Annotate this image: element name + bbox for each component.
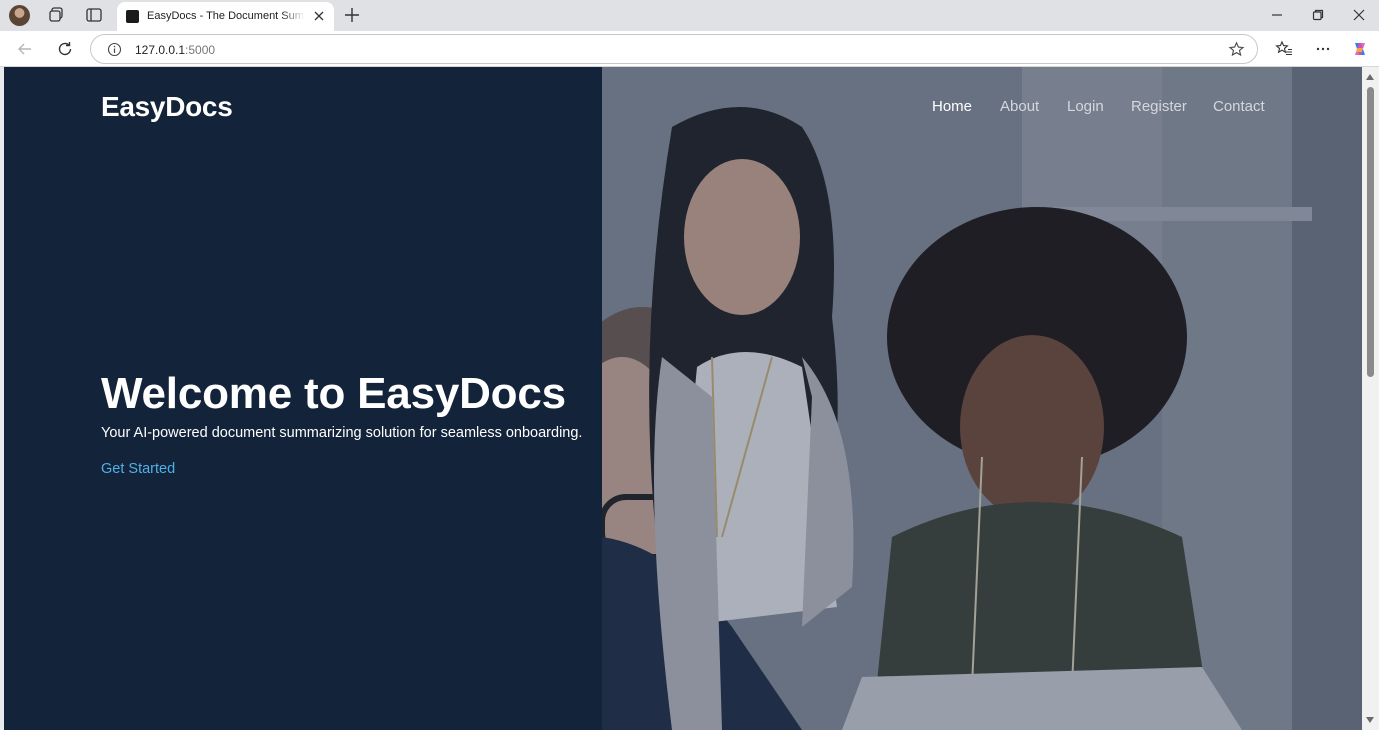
refresh-icon[interactable] [56, 40, 74, 58]
hero-photo [602, 67, 1362, 730]
restore-icon[interactable] [1311, 8, 1325, 22]
hero-title: Welcome to EasyDocs [101, 369, 566, 418]
scrollbar-thumb[interactable] [1367, 87, 1374, 377]
photo-overlay [602, 67, 1362, 730]
page-scrollbar[interactable] [1362, 67, 1379, 730]
active-tab[interactable]: EasyDocs - The Document Summarizer [117, 2, 334, 31]
nav-contact[interactable]: Contact [1213, 98, 1265, 115]
scroll-up-arrow-icon[interactable] [1366, 74, 1374, 80]
tab-actions-icon[interactable] [85, 6, 103, 24]
url-text: 127.0.0.1:5000 [135, 43, 215, 57]
profile-avatar[interactable] [9, 5, 30, 26]
browser-toolbar: 127.0.0.1:5000 [0, 31, 1379, 67]
url-host: 127.0.0.1 [135, 43, 186, 57]
minimize-icon[interactable] [1270, 8, 1284, 22]
copilot-icon[interactable] [1351, 40, 1369, 58]
more-options-icon[interactable] [1314, 40, 1332, 58]
hero-subtitle: Your AI-powered document summarizing sol… [101, 425, 583, 441]
browser-tab-bar: EasyDocs - The Document Summarizer [0, 0, 1379, 31]
scroll-down-arrow-icon[interactable] [1366, 717, 1374, 723]
back-arrow-icon[interactable] [16, 40, 34, 58]
nav-about[interactable]: About [1000, 98, 1039, 115]
site-favicon-icon [126, 10, 139, 23]
site-info-icon[interactable] [107, 42, 122, 57]
get-started-link[interactable]: Get Started [101, 461, 175, 477]
nav-login[interactable]: Login [1067, 98, 1104, 115]
url-port: :5000 [185, 43, 216, 57]
favorite-star-icon[interactable] [1228, 41, 1245, 58]
workspaces-icon[interactable] [47, 6, 65, 24]
nav-home[interactable]: Home [932, 98, 972, 115]
new-tab-icon[interactable] [343, 6, 361, 24]
close-window-icon[interactable] [1352, 8, 1366, 22]
close-tab-icon[interactable] [311, 8, 327, 24]
site-logo[interactable]: EasyDocs [101, 91, 233, 123]
favorites-icon[interactable] [1275, 40, 1293, 58]
page-viewport: EasyDocs Home About Login Register Conta… [4, 67, 1362, 730]
address-bar[interactable]: 127.0.0.1:5000 [90, 34, 1258, 64]
nav-register[interactable]: Register [1131, 98, 1187, 115]
tab-title: EasyDocs - The Document Summarizer [147, 10, 305, 22]
